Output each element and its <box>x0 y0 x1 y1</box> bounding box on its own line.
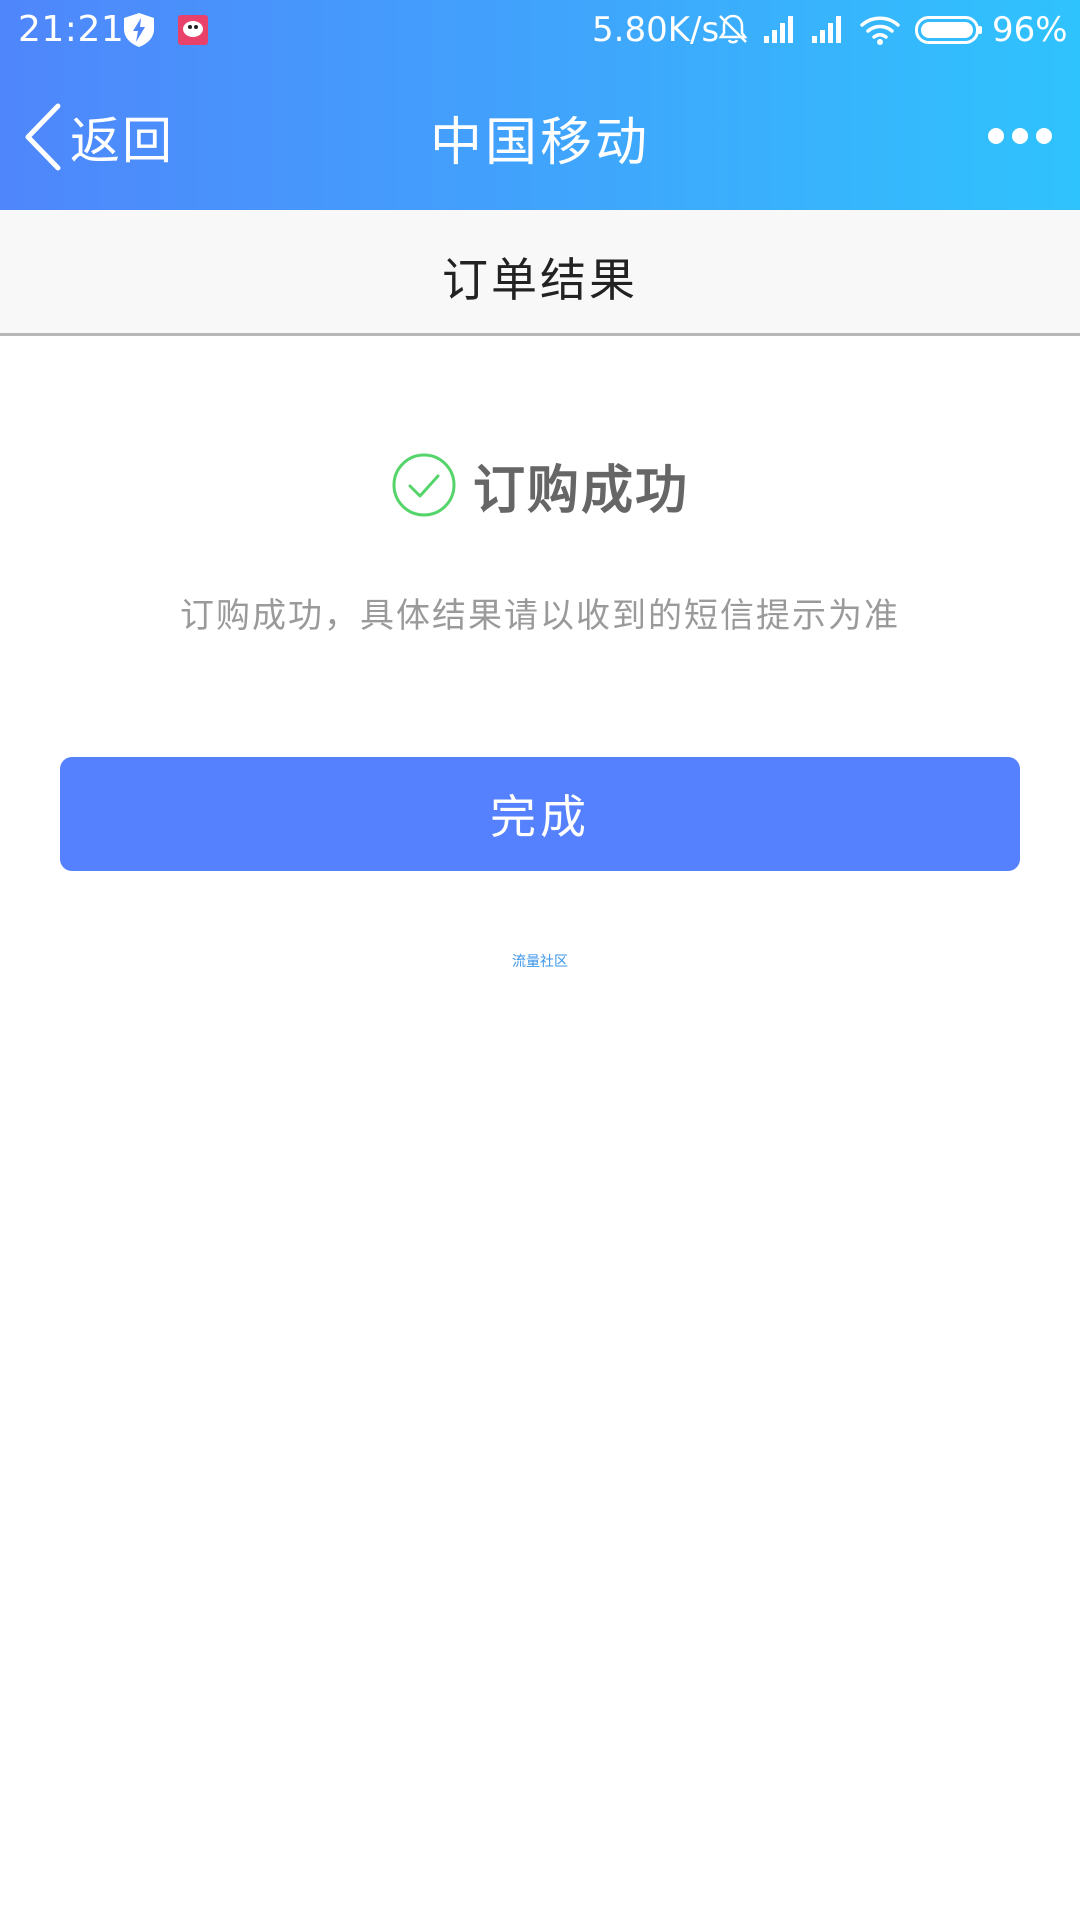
result-status: 订购成功 <box>0 450 1080 521</box>
check-circle-icon <box>392 453 456 517</box>
result-description: 订购成功，具体结果请以收到的短信提示为准 <box>180 596 900 636</box>
done-button[interactable]: 完成 <box>60 757 1020 871</box>
network-speed: 5.80K/s <box>592 10 720 50</box>
back-label: 返回 <box>70 112 174 170</box>
more-dots-icon[interactable] <box>986 124 1054 148</box>
signal-icon <box>764 16 793 43</box>
chevron-left-icon <box>25 103 61 171</box>
footer-link[interactable]: 流量社区 <box>0 951 1080 971</box>
app-bar: 返回 中国移动 <box>0 60 1080 210</box>
battery-percent: 96% <box>992 10 1068 50</box>
app-notification-icon <box>178 15 208 45</box>
section-header: 订单结果 <box>0 210 1080 336</box>
signal-icon <box>812 16 841 43</box>
back-button[interactable]: 返回 <box>22 100 174 174</box>
wifi-icon <box>860 16 900 45</box>
section-title: 订单结果 <box>442 253 638 307</box>
battery-icon <box>915 16 982 44</box>
bell-muted-icon <box>718 14 748 44</box>
status-time: 21:21 <box>18 9 125 50</box>
shield-icon <box>124 13 154 47</box>
status-bar: 21:21 5.80K/s 96% <box>0 0 1080 60</box>
result-title: 订购成功 <box>472 460 689 521</box>
